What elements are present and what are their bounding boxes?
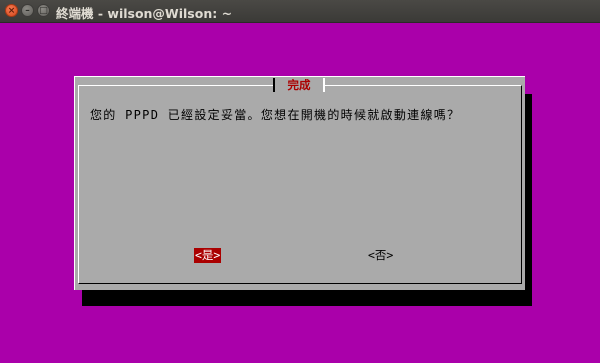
maximize-window-button[interactable]: □ [37, 4, 50, 17]
no-button[interactable]: <否> [367, 248, 394, 263]
terminal-window: × – □ 終端機 - wilson@Wilson: ~ 完成 您的 PPPD … [0, 0, 600, 363]
close-window-button[interactable]: × [5, 4, 18, 17]
title-bar: × – □ 終端機 - wilson@Wilson: ~ [0, 0, 600, 23]
maximize-icon: □ [39, 6, 48, 16]
yes-button[interactable]: <是> [194, 248, 222, 263]
minimize-window-button[interactable]: – [21, 4, 34, 17]
dialog-message: 您的 PPPD 已經設定妥當。您想在開機的時候就啟動連線嗎？ [90, 108, 461, 122]
confirm-dialog: 完成 您的 PPPD 已經設定妥當。您想在開機的時候就啟動連線嗎？ <是> <否… [74, 76, 525, 290]
dialog-title: 完成 [273, 78, 325, 92]
window-title: 終端機 - wilson@Wilson: ~ [56, 6, 233, 21]
minimize-icon: – [25, 6, 30, 16]
close-icon: × [7, 6, 16, 16]
